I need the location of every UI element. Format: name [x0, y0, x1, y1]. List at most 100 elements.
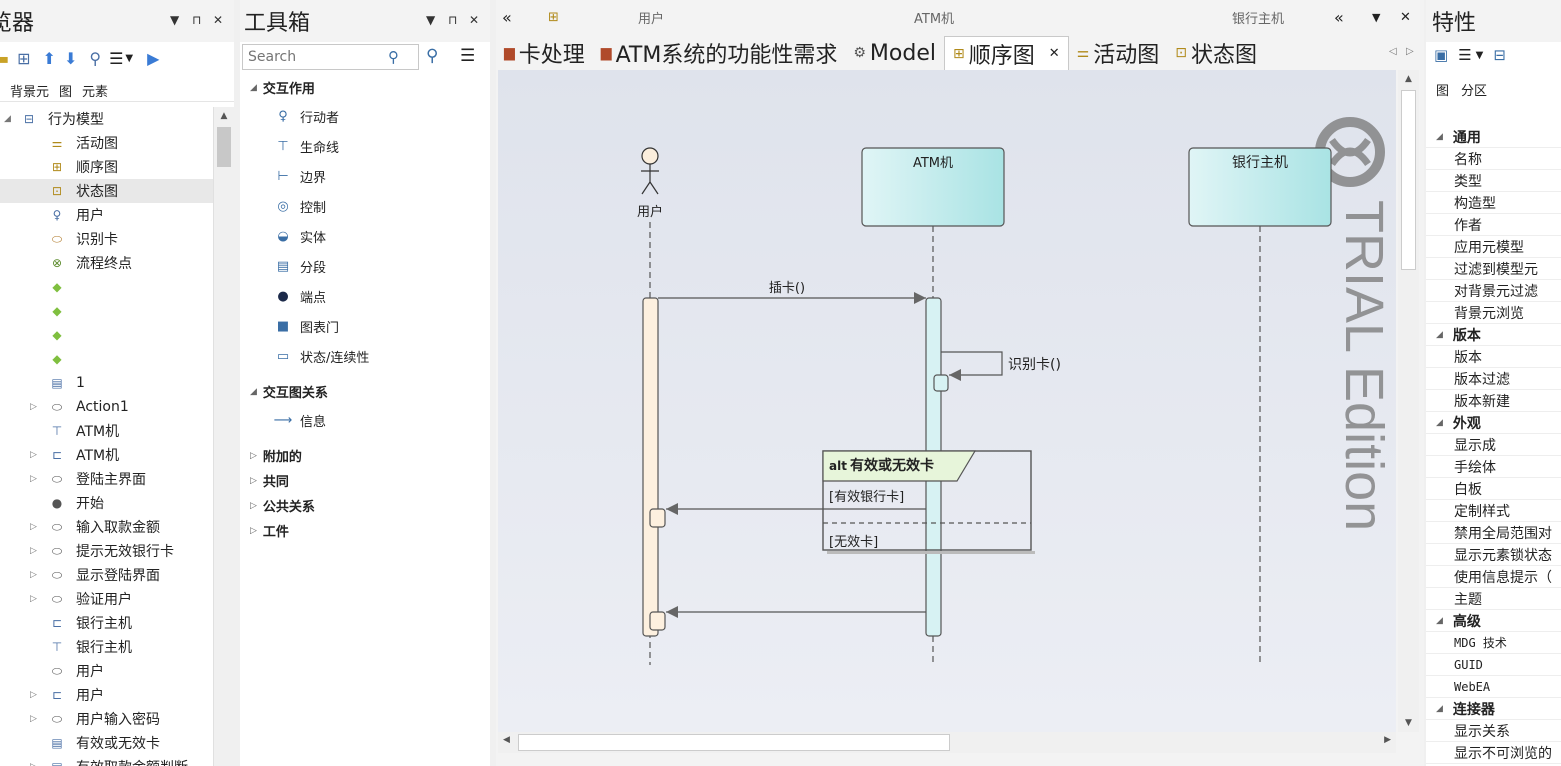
collapse-icon[interactable]: ◢ [1436, 418, 1443, 428]
folder-icon[interactable]: ▬ [0, 49, 9, 68]
save-icon[interactable]: ▣ [1434, 46, 1448, 64]
search-input[interactable] [248, 49, 388, 65]
close-tab-icon[interactable]: ✕ [1049, 46, 1060, 61]
expand-toggle-icon[interactable]: ▷ [30, 594, 37, 604]
tree-item[interactable]: ⊤ 银行主机 [0, 635, 213, 659]
scroll-down-icon[interactable]: ▼ [1398, 718, 1419, 728]
diagram-tab[interactable]: ▆ 卡处理 [496, 36, 593, 70]
property-row[interactable]: 应用元模型 [1426, 236, 1561, 258]
toolbox-section[interactable]: ◢ 交互作用 [250, 78, 315, 97]
user-activation-return2[interactable] [649, 611, 666, 631]
toolbox-section[interactable]: ◢ 交互图关系 [250, 382, 328, 401]
diagram-tab[interactable]: ⚌ 活动图 [1069, 36, 1168, 70]
tree-item[interactable]: ◆ [0, 323, 213, 347]
diagram-vscrollbar[interactable]: ▲ ▼ [1398, 70, 1419, 732]
menu-icon[interactable]: ☰ [1458, 46, 1471, 64]
property-row[interactable]: 显示关系 [1426, 720, 1561, 742]
tree-item[interactable]: ◆ [0, 275, 213, 299]
property-row[interactable]: 显示成 [1426, 434, 1561, 456]
tree-item[interactable]: ▤ 1 [0, 371, 213, 395]
properties-icon[interactable]: ⊟ [1493, 46, 1506, 64]
property-row[interactable]: 对背景元过滤 [1426, 280, 1561, 302]
toolbox-item[interactable]: ● 端点 [272, 284, 326, 308]
new-element-icon[interactable]: ⊞ [17, 49, 30, 68]
diagram-tab[interactable]: ▆ ATM系统的功能性需求 [593, 36, 846, 70]
property-row[interactable]: 构造型 [1426, 192, 1561, 214]
move-up-icon[interactable]: ⬆ [43, 49, 56, 68]
locate-icon[interactable]: ⚲ [89, 49, 101, 68]
actor-user[interactable]: 用户 [637, 147, 663, 220]
expand-toggle-icon[interactable]: ▷ [30, 714, 37, 724]
pin-icon[interactable]: ⊓ [192, 13, 201, 27]
expand-toggle-icon[interactable]: ▷ [30, 522, 37, 532]
property-row[interactable]: 版本新建 [1426, 390, 1561, 412]
diagram-hscrollbar[interactable]: ◀ ▶ [498, 732, 1396, 753]
scroll-up-icon[interactable]: ▲ [1398, 74, 1419, 84]
tree-item[interactable]: ⬭ 识别卡 [0, 227, 213, 251]
toolbox-section[interactable]: ▷ 附加的 [250, 446, 302, 465]
property-row[interactable]: 定制样式 [1426, 500, 1561, 522]
expand-toggle-icon[interactable]: ▷ [30, 402, 37, 412]
property-row[interactable]: 显示元素锁状态 [1426, 544, 1561, 566]
tree-item[interactable]: ⊡ 状态图 [0, 179, 213, 203]
tree-item[interactable]: ⬭ 用户 [0, 659, 213, 683]
property-row[interactable]: 禁用全局范围对 [1426, 522, 1561, 544]
expand-icon[interactable]: ▷ [250, 451, 257, 461]
tree-item[interactable]: ▷ ⬭ 验证用户 [0, 587, 213, 611]
expand-toggle-icon[interactable]: ▷ [30, 762, 37, 766]
scroll-thumb[interactable] [518, 734, 950, 751]
dropdown-icon[interactable]: ▼ [1372, 11, 1380, 24]
scroll-up-icon[interactable]: ▲ [214, 111, 234, 121]
expand-icon[interactable]: ▷ [250, 526, 257, 536]
tree-item[interactable]: ▷ ⬭ 用户输入密码 [0, 707, 213, 731]
tree-item[interactable]: ▷ ⬭ Action1 [0, 395, 213, 419]
property-row[interactable]: 作者 [1426, 214, 1561, 236]
expand-toggle-icon[interactable]: ▷ [30, 546, 37, 556]
expand-toggle-icon[interactable]: ▷ [30, 690, 37, 700]
message-identify-card[interactable] [941, 351, 1003, 381]
toolbox-item[interactable]: ◎ 控制 [272, 194, 326, 218]
tree-item[interactable]: ▷ ⬭ 登陆主界面 [0, 467, 213, 491]
scroll-right-icon[interactable]: ▶ [1384, 735, 1391, 745]
pin-icon[interactable]: ⊓ [448, 13, 457, 27]
expand-toggle-icon[interactable]: ▷ [30, 450, 37, 460]
tree-item[interactable]: ▷ ⬭ 输入取款金额 [0, 515, 213, 539]
play-icon[interactable]: ▶ [147, 49, 159, 68]
property-group[interactable]: ◢ 高级 [1426, 610, 1561, 632]
lifeline-bank[interactable]: 银行主机 [1188, 147, 1332, 227]
chevron-down-icon[interactable]: ▼ [125, 53, 133, 64]
collapse-right-icon[interactable]: « [1334, 8, 1344, 27]
tree-item[interactable]: ▷ ⬭ 显示登陆界面 [0, 563, 213, 587]
tree-item[interactable]: ⊏ 银行主机 [0, 611, 213, 635]
tab-prev-icon[interactable]: ◁ [1389, 46, 1397, 57]
tree-item[interactable]: ♀ 用户 [0, 203, 213, 227]
toolbox-item[interactable]: ▤ 分段 [272, 254, 326, 278]
property-row[interactable]: 名称 [1426, 148, 1561, 170]
close-icon[interactable]: ✕ [213, 13, 223, 27]
property-row[interactable]: 显示不可浏览的 [1426, 742, 1561, 764]
subtab-diagram[interactable]: 图 [59, 81, 72, 100]
toolbox-item[interactable]: ▭ 状态/连续性 [272, 344, 370, 368]
tree-item[interactable]: ⊞ 顺序图 [0, 155, 213, 179]
scroll-thumb[interactable] [1401, 90, 1416, 270]
toolbox-item[interactable]: ◒ 实体 [272, 224, 326, 248]
menu-icon[interactable]: ☰ [109, 49, 123, 68]
tab-next-icon[interactable]: ▷ [1406, 46, 1414, 57]
scroll-left-icon[interactable]: ◀ [503, 735, 510, 745]
expand-toggle-icon[interactable]: ◢ [4, 114, 11, 124]
toolbox-section[interactable]: ▷ 工件 [250, 521, 289, 540]
scroll-thumb[interactable] [217, 127, 231, 167]
property-row[interactable]: 白板 [1426, 478, 1561, 500]
expand-toggle-icon[interactable]: ▷ [30, 474, 37, 484]
close-icon[interactable]: ✕ [469, 13, 479, 27]
property-row[interactable]: WebEA [1426, 676, 1561, 698]
property-row[interactable]: 版本 [1426, 346, 1561, 368]
property-row[interactable]: GUID [1426, 654, 1561, 676]
toolbox-item[interactable]: ♀ 行动者 [272, 104, 339, 128]
menu-icon[interactable]: ☰ [460, 46, 475, 66]
property-row[interactable]: 版本过滤 [1426, 368, 1561, 390]
toolbox-item[interactable]: ■ 图表门 [272, 314, 339, 338]
property-group[interactable]: ◢ 外观 [1426, 412, 1561, 434]
collapse-icon[interactable]: ◢ [1436, 330, 1443, 340]
property-group[interactable]: ◢ 版本 [1426, 324, 1561, 346]
